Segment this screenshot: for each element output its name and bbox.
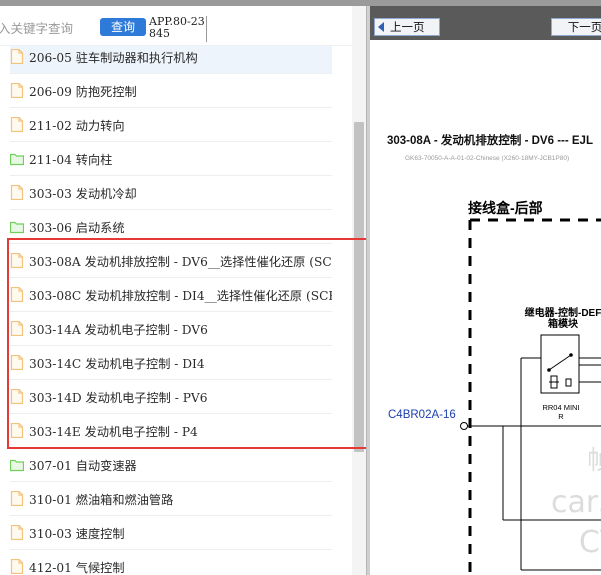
tree-item-label: 303-03 发动机冷却 — [29, 186, 137, 201]
folder-green-icon — [10, 153, 24, 166]
document-orange-icon — [10, 49, 24, 64]
junction-box-title: 接线盒-后部 — [468, 200, 543, 216]
tree-item[interactable]: 310-03 速度控制 — [10, 516, 332, 550]
tree-item[interactable]: 307-01 自动变速器 — [10, 448, 332, 482]
document-subtitle: GK63-70050-A-A-01-02-Chinese (X260-18MY-… — [405, 155, 570, 162]
red-highlight-box — [7, 238, 373, 449]
folder-green-icon — [10, 459, 24, 472]
tree-item[interactable]: 211-02 动力转向 — [10, 108, 332, 142]
connector-label[interactable]: C4BR02A-16 — [388, 409, 456, 421]
tree-item-label: 211-04 转向柱 — [29, 152, 113, 167]
next-page-button[interactable]: 下一页 — [551, 18, 601, 36]
query-button[interactable]: 查询 — [100, 18, 146, 36]
tree-item[interactable]: 206-09 防抱死控制 — [10, 74, 332, 108]
tree-item[interactable]: 412-01 气候控制 — [10, 550, 332, 575]
search-input[interactable] — [0, 18, 93, 38]
watermark-text: 帧 — [587, 446, 601, 476]
document-viewer: 上一页 下一页 303-08A - 发动机排放控制 - DV6 --- EJL … — [370, 6, 601, 575]
tree-item[interactable]: 206-05 驻车制动器和执行机构 — [10, 46, 332, 74]
wiring-diagram-page: 303-08A - 发动机排放控制 - DV6 --- EJL GK63-700… — [373, 40, 601, 575]
tree-item-label: 310-03 速度控制 — [29, 526, 125, 541]
document-orange-icon — [10, 559, 24, 574]
viewer-toolbar: 上一页 下一页 — [370, 6, 601, 40]
tree-item[interactable]: 211-04 转向柱 — [10, 142, 332, 176]
document-orange-icon — [10, 525, 24, 540]
tree-item-label: 206-05 驻车制动器和执行机构 — [29, 50, 198, 65]
app-code-label: APP.80-23845 — [149, 16, 207, 42]
tree-item-label: 303-06 启动系统 — [29, 220, 125, 235]
search-bar: 查询 APP.80-23845 × — [0, 6, 366, 46]
document-title: 303-08A - 发动机排放控制 - DV6 --- EJL — [387, 135, 593, 147]
document-orange-icon — [10, 117, 24, 132]
tree-item[interactable]: 310-01 燃油箱和燃油管路 — [10, 482, 332, 516]
tree-item-label: 412-01 气候控制 — [29, 560, 125, 575]
relay-code: RR04 MINI R — [542, 403, 580, 421]
left-arrow-icon — [378, 22, 384, 32]
relay-title: 继电器-控制-DEF 箱模块 — [524, 308, 601, 330]
document-orange-icon — [10, 185, 24, 200]
tree-item-label: 307-01 自动变速器 — [29, 458, 137, 473]
document-orange-icon — [10, 491, 24, 506]
folder-green-icon — [10, 221, 24, 234]
tree-item-label: 310-01 燃油箱和燃油管路 — [29, 492, 174, 507]
tree-item-label: 211-02 动力转向 — [29, 118, 125, 133]
document-orange-icon — [10, 83, 24, 98]
tree-item[interactable]: 303-03 发动机冷却 — [10, 176, 332, 210]
tree-item-label: 206-09 防抱死控制 — [29, 84, 137, 99]
prev-page-label: 上一页 — [390, 20, 425, 34]
watermark-text: CY — [579, 525, 601, 560]
prev-page-button[interactable]: 上一页 — [374, 18, 440, 36]
watermark-text: car3 — [551, 485, 601, 520]
